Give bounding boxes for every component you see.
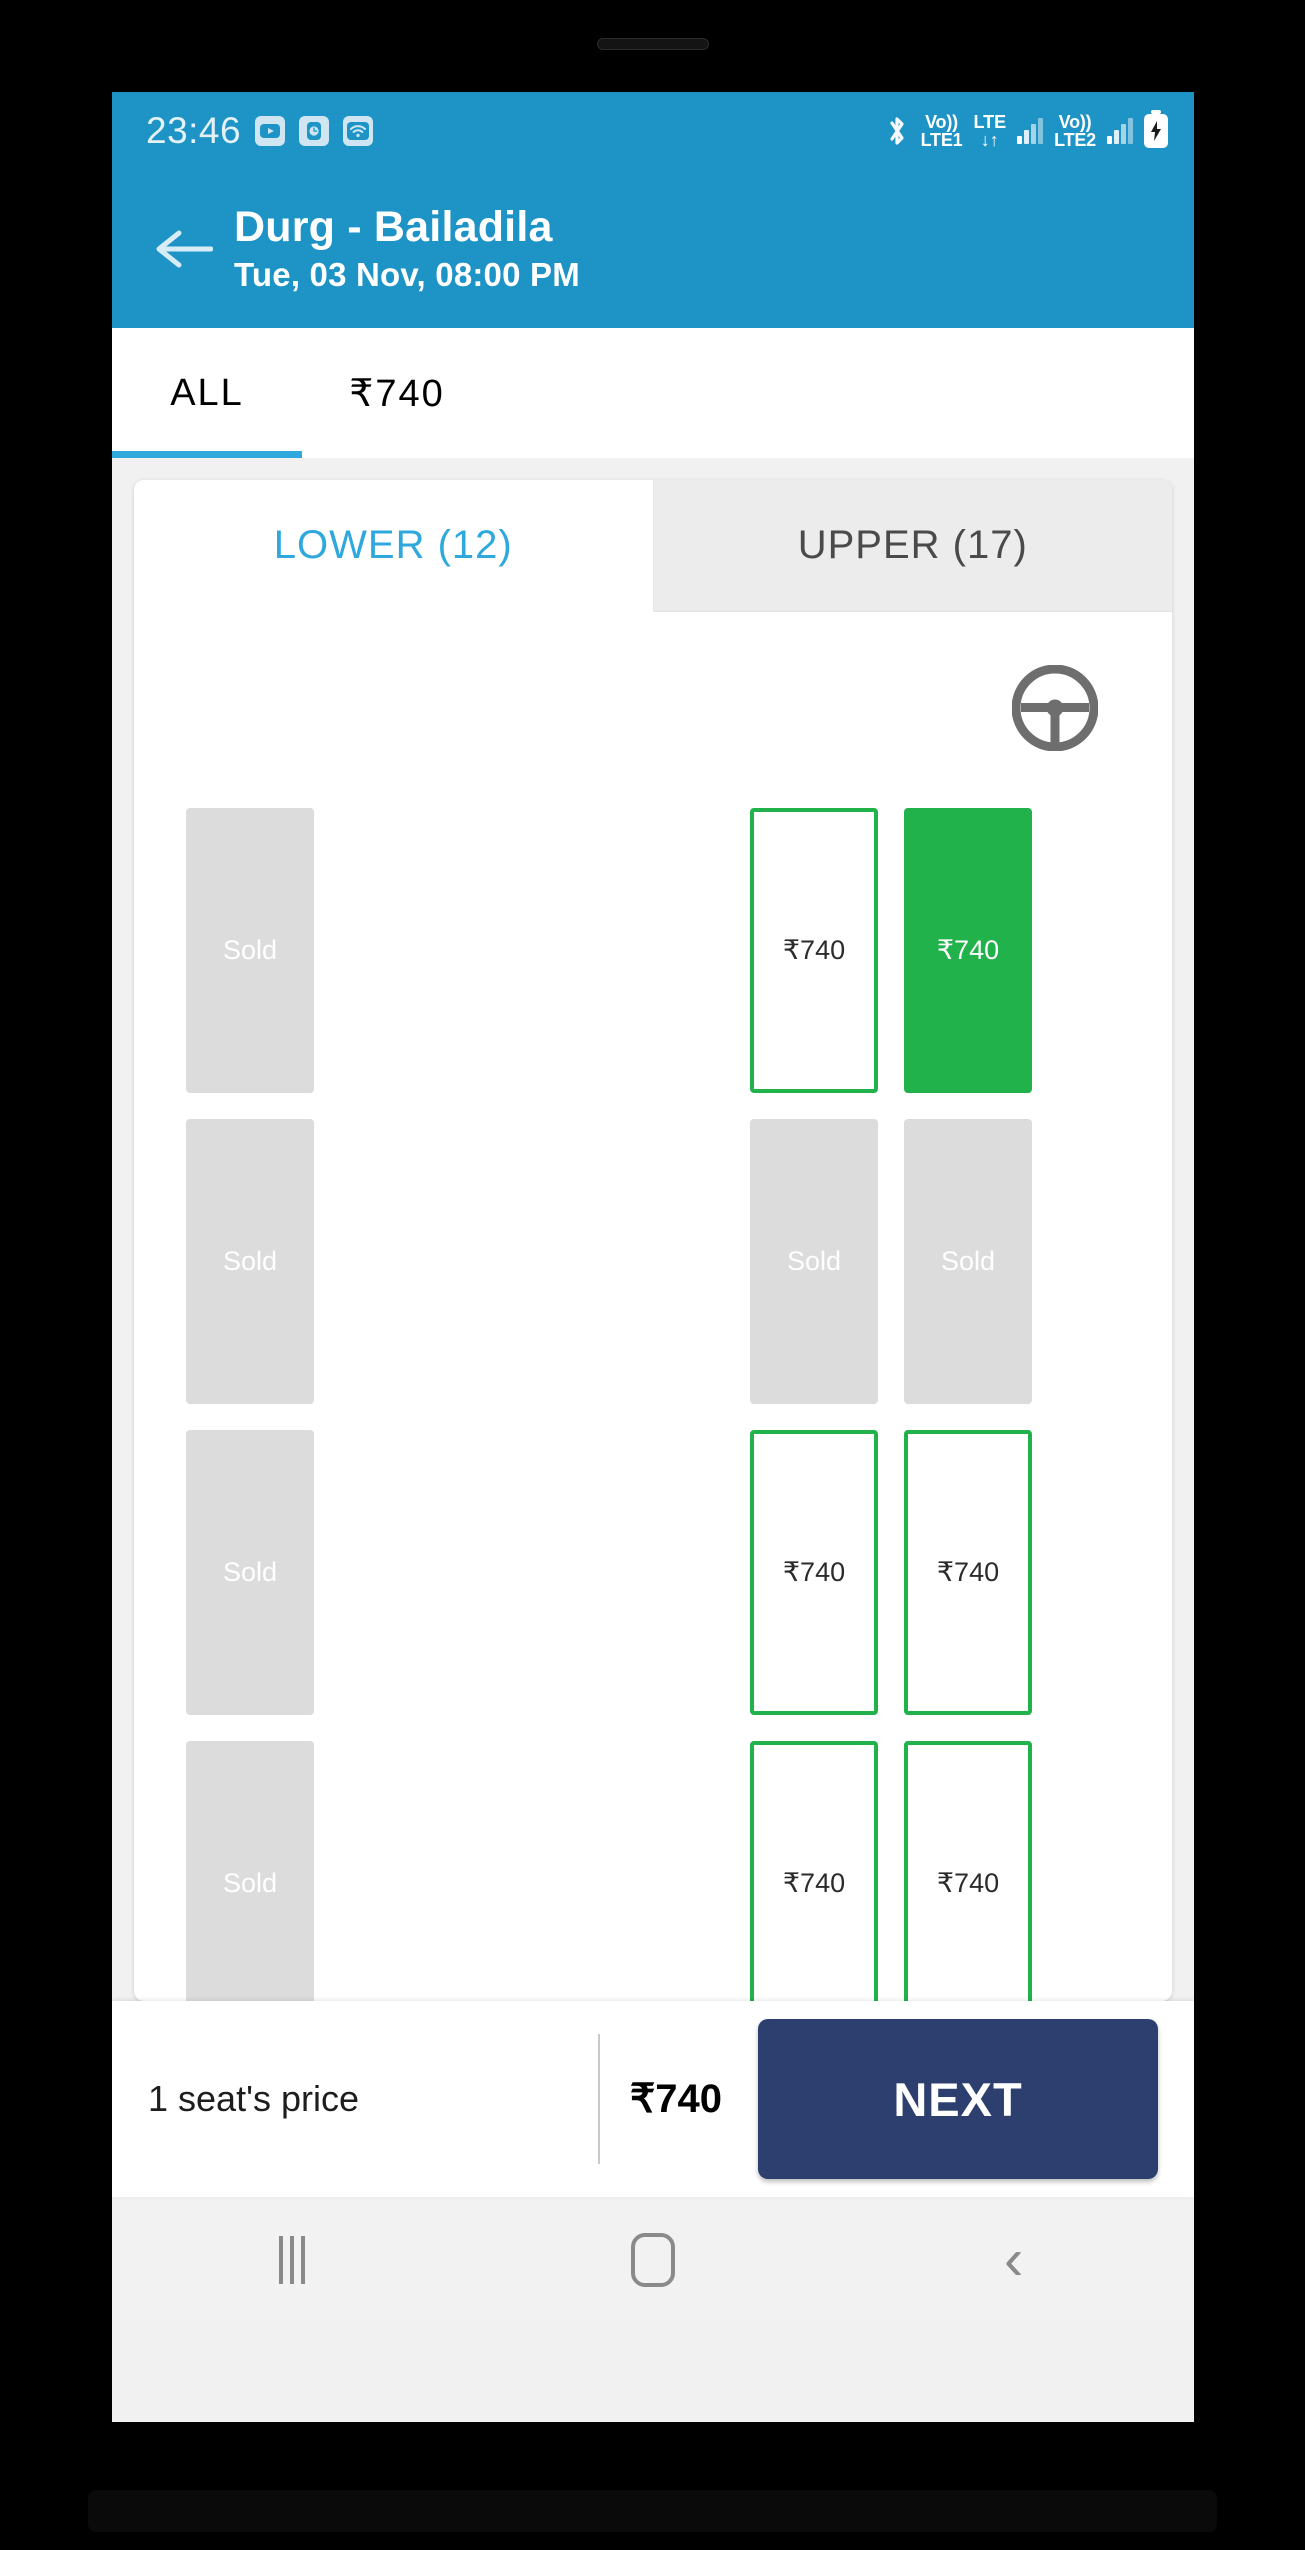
seat-selected[interactable]: ₹740 <box>904 808 1032 1093</box>
seat-sold: Sold <box>186 1430 314 1715</box>
tab-upper-deck[interactable]: UPPER (17) <box>653 480 1172 612</box>
tab-all[interactable]: ALL <box>112 328 302 458</box>
divider <box>597 2034 600 2164</box>
home-icon <box>631 2232 675 2287</box>
next-button[interactable]: NEXT <box>758 2019 1158 2179</box>
seat-available[interactable]: ₹740 <box>904 1430 1032 1715</box>
fare-total: ₹740 <box>629 2077 722 2121</box>
sim1-volte-icon: Vo)) LTE1 <box>921 113 963 149</box>
seat-grid: Sold ₹740 ₹740 Sold Sold Sold Sold ₹740 … <box>134 808 1172 2001</box>
app-bar-titles: Durg - Bailadila Tue, 03 Nov, 08:00 PM <box>234 203 580 295</box>
battery-charging-icon <box>1144 114 1168 148</box>
sim2-volte-bottom: LTE2 <box>1054 130 1096 150</box>
home-button[interactable] <box>473 2232 834 2287</box>
status-time: 23:46 <box>146 110 242 151</box>
deck-tabs: LOWER (12) UPPER (17) <box>134 480 1172 612</box>
sim2-volte-top: Vo)) <box>1058 112 1092 132</box>
driver-area <box>134 612 1172 808</box>
journey-datetime: Tue, 03 Nov, 08:00 PM <box>234 256 580 294</box>
seat-row: Sold ₹740 ₹740 <box>134 1741 1172 2001</box>
seat-sold: Sold <box>186 1741 314 2001</box>
sim1-volte-bottom: LTE1 <box>920 130 963 150</box>
seat-row: Sold Sold Sold <box>134 1119 1172 1404</box>
deck-card: LOWER (12) UPPER (17) Sold ₹740 ₹740 Sol… <box>134 480 1172 2001</box>
sim1-volte-top: Vo)) <box>925 112 958 132</box>
android-nav-bar: ‹ <box>112 2197 1194 2322</box>
seat-sold: Sold <box>904 1119 1032 1404</box>
sim2-signal-icon <box>1107 118 1133 144</box>
sim2-volte-icon: Vo)) LTE2 <box>1054 113 1096 149</box>
lte-label: LTE <box>973 112 1007 132</box>
recents-icon <box>279 2235 306 2284</box>
lte-data-icon: LTE ↓↑ <box>973 113 1006 149</box>
status-bar: 23:46 Vo)) LTE1 LTE ↓↑ Vo)) LTE2 <box>112 92 1194 170</box>
seat-available[interactable]: ₹740 <box>750 808 878 1093</box>
status-bar-right: Vo)) LTE1 LTE ↓↑ Vo)) LTE2 <box>884 113 1168 149</box>
tab-lower-deck[interactable]: LOWER (12) <box>134 480 654 612</box>
tab-price-740[interactable]: ₹740 <box>302 328 492 458</box>
device-frame: 23:46 Vo)) LTE1 LTE ↓↑ Vo)) LTE2 Durg - … <box>0 0 1305 2550</box>
bezel-bottom <box>88 2490 1217 2532</box>
bluetooth-icon <box>884 114 910 148</box>
page-title: Durg - Bailadila <box>234 203 553 252</box>
seat-sold: Sold <box>186 1119 314 1404</box>
wifi-icon <box>343 116 374 146</box>
seat-available[interactable]: ₹740 <box>750 1430 878 1715</box>
price-filter-tabs: ALL ₹740 <box>112 328 1194 458</box>
seat-map: Sold ₹740 ₹740 Sold Sold Sold Sold ₹740 … <box>134 612 1172 2001</box>
data-arrows: ↓↑ <box>980 130 999 150</box>
back-button[interactable]: ‹ <box>833 2226 1194 2292</box>
bezel-top <box>110 0 1195 24</box>
seat-row: Sold ₹740 ₹740 <box>134 1430 1172 1715</box>
seat-sold: Sold <box>186 808 314 1093</box>
status-bar-left: 23:46 <box>146 110 374 152</box>
sim1-signal-icon <box>1017 118 1044 144</box>
seat-available[interactable]: ₹740 <box>904 1741 1032 2001</box>
clock-icon <box>299 116 330 146</box>
seat-available[interactable]: ₹740 <box>750 1741 878 2001</box>
steering-wheel-icon <box>1011 664 1099 756</box>
earpiece-speaker <box>596 38 709 50</box>
youtube-icon <box>255 116 286 146</box>
fare-summary-bar: 1 seat's price ₹740 NEXT <box>112 2001 1194 2197</box>
deck-scroll-area[interactable]: LOWER (12) UPPER (17) Sold ₹740 ₹740 Sol… <box>112 458 1194 2001</box>
seat-row: Sold ₹740 ₹740 <box>134 808 1172 1093</box>
back-arrow-icon[interactable] <box>146 212 220 286</box>
recents-button[interactable] <box>112 2235 473 2284</box>
phone-screen: 23:46 Vo)) LTE1 LTE ↓↑ Vo)) LTE2 Durg - … <box>112 92 1194 2422</box>
app-bar: Durg - Bailadila Tue, 03 Nov, 08:00 PM <box>112 170 1194 328</box>
seat-sold: Sold <box>750 1119 878 1404</box>
back-chevron-icon: ‹ <box>1004 2226 1024 2292</box>
seat-count-label: 1 seat's price <box>148 2078 359 2119</box>
